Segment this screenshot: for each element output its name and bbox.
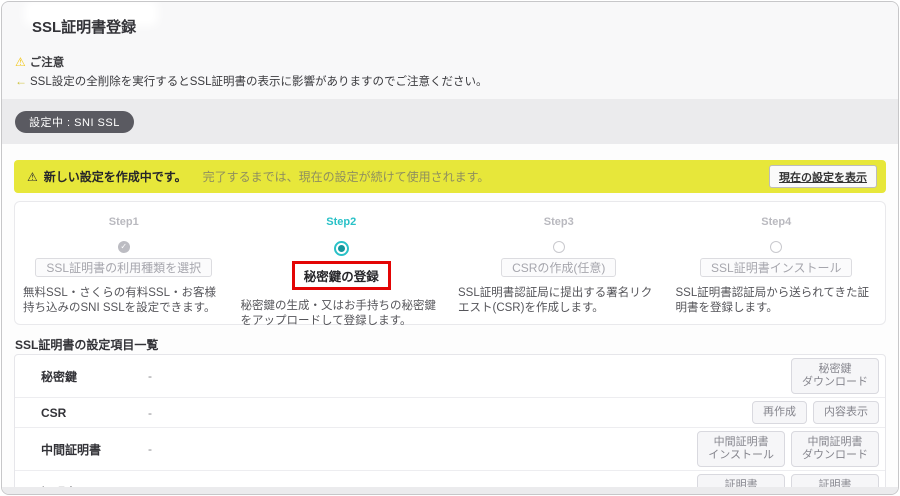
active-step-radio-icon	[334, 241, 349, 256]
intermediate-cert-install-button[interactable]: 中間証明書 インストール	[697, 431, 785, 467]
settings-list: 秘密鍵 - 秘密鍵 ダウンロード CSR - 再作成 内容表示 中間証明書 - …	[14, 354, 886, 495]
csr-show-content-button[interactable]: 内容表示	[813, 401, 879, 424]
page-bottom-strip	[2, 487, 898, 494]
intermediate-cert-download-button[interactable]: 中間証明書 ダウンロード	[791, 431, 879, 467]
row-value: -	[148, 406, 752, 420]
step-3-label: Step3	[544, 216, 574, 228]
in-progress-banner: ⚠ 新しい設定を作成中です。 完了するまでは、現在の設定が続けて使用されます。 …	[14, 160, 886, 193]
steps-panel: Step1 ✓ SSL証明書の利用種類を選択 無料SSL・さくらの有料SSL・お…	[14, 201, 886, 325]
step-2-column: Step2 秘密鍵の登録 秘密鍵の生成・又はお手持ちの秘密鍵をアップロードして登…	[233, 202, 451, 324]
step-2-label: Step2	[326, 216, 356, 228]
row-value: -	[148, 442, 697, 456]
row-label: 秘密鍵	[41, 368, 148, 385]
banner-text: 完了するまでは、現在の設定が続けて使用されます。	[203, 168, 490, 185]
warning-triangle-icon: ⚠	[15, 56, 26, 68]
step-1-select-type-button[interactable]: SSL証明書の利用種類を選択	[35, 258, 212, 277]
csr-recreate-button[interactable]: 再作成	[752, 401, 807, 424]
row-label: 中間証明書	[41, 441, 148, 458]
incomplete-step-circle-icon	[553, 241, 565, 253]
banner-bold-text: 新しい設定を作成中です。	[44, 168, 187, 185]
page-header: SSL証明書登録 ⚠ ご注意 ← SSL設定の全削除を実行するとSSL証明書の表…	[2, 2, 898, 99]
settings-list-heading: SSL証明書の設定項目一覧	[15, 336, 158, 353]
step-1-description: 無料SSL・さくらの有料SSL・お客様持ち込みのSNI SSLを設定できます。	[21, 286, 227, 316]
step-1-label: Step1	[109, 216, 139, 228]
check-circle-icon: ✓	[118, 241, 130, 253]
step-3-column: Step3 CSRの作成(任意) SSL証明書認証局に提出する署名リクエスト(C…	[450, 202, 668, 324]
step-4-description: SSL証明書認証局から送られてきた証明書を登録します。	[674, 286, 880, 316]
private-key-download-button[interactable]: 秘密鍵 ダウンロード	[791, 358, 879, 394]
main-content: ⚠ 新しい設定を作成中です。 完了するまでは、現在の設定が続けて使用されます。 …	[2, 144, 898, 491]
arrow-bullet-icon: ←	[15, 74, 27, 88]
step-4-label: Step4	[761, 216, 791, 228]
settings-row-intermediate-cert: 中間証明書 - 中間証明書 インストール 中間証明書 ダウンロード	[15, 427, 885, 470]
row-value: -	[148, 369, 791, 383]
caution-note: ⚠ ご注意 ← SSL設定の全削除を実行するとSSL証明書の表示に影響があります…	[15, 54, 487, 89]
step-4-column: Step4 SSL証明書インストール SSL証明書認証局から送られてきた証明書を…	[668, 202, 886, 324]
settings-row-private-key: 秘密鍵 - 秘密鍵 ダウンロード	[15, 355, 885, 397]
page-title: SSL証明書登録	[32, 16, 136, 37]
step-3-description: SSL証明書認証局に提出する署名リクエスト(CSR)を作成します。	[456, 286, 662, 316]
caution-text: SSL設定の全削除を実行するとSSL証明書の表示に影響がありますのでご注意くださ…	[30, 73, 487, 89]
ssl-certificate-registration-page: SSL証明書登録 ⚠ ご注意 ← SSL設定の全削除を実行するとSSL証明書の表…	[1, 1, 899, 495]
row-label: CSR	[41, 406, 148, 420]
step-1-column: Step1 ✓ SSL証明書の利用種類を選択 無料SSL・さくらの有料SSL・お…	[15, 202, 233, 324]
step-2-description: 秘密鍵の生成・又はお手持ちの秘密鍵をアップロードして登録します。	[239, 299, 445, 329]
alert-icon: ⚠	[27, 170, 38, 184]
step-2-title-annotation-highlight: 秘密鍵の登録	[292, 261, 391, 290]
incomplete-step-circle-icon	[770, 241, 782, 253]
settings-row-csr: CSR - 再作成 内容表示	[15, 397, 885, 427]
step-3-create-csr-button[interactable]: CSRの作成(任意)	[501, 258, 616, 277]
current-config-badge: 設定中 : SNI SSL	[15, 111, 134, 133]
caution-heading: ご注意	[30, 54, 65, 70]
show-current-settings-button[interactable]: 現在の設定を表示	[769, 165, 877, 188]
current-config-bar: 設定中 : SNI SSL	[2, 99, 898, 144]
step-4-install-cert-button[interactable]: SSL証明書インストール	[700, 258, 852, 277]
